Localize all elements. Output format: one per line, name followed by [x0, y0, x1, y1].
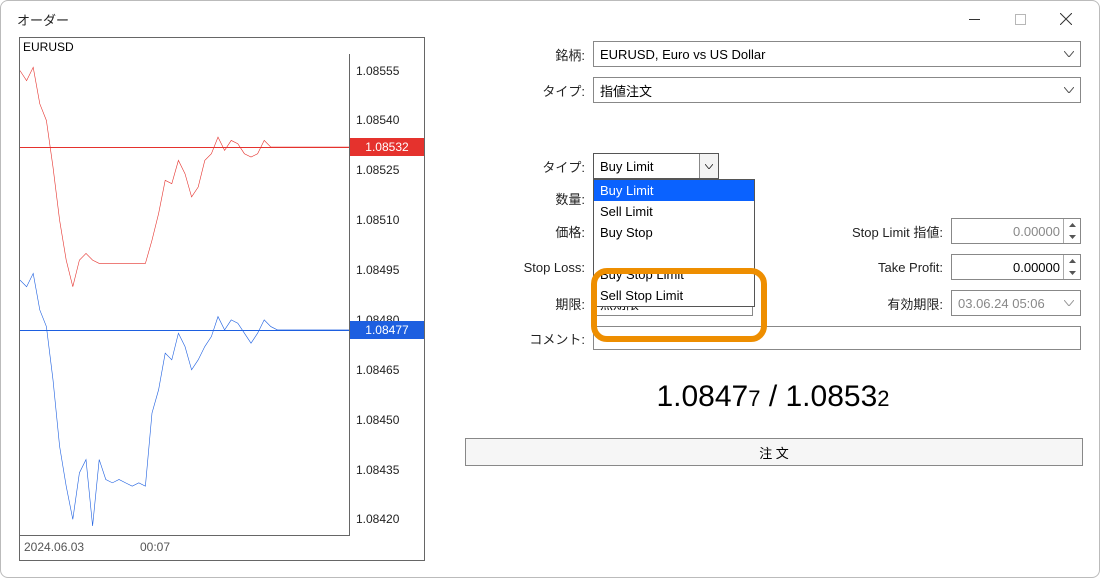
- y-tick: 1.08540: [356, 113, 399, 127]
- comment-label: コメント:: [465, 329, 593, 348]
- stop-limit-price-value: 0.00000: [1013, 224, 1060, 239]
- y-tick: 1.08450: [356, 413, 399, 427]
- quote-separator: /: [760, 380, 785, 413]
- comment-input[interactable]: [593, 326, 1081, 350]
- bid-last-digit: 7: [748, 386, 760, 411]
- pending-type-option[interactable]: Buy Stop: [594, 222, 754, 243]
- stop-loss-label: Stop Loss:: [465, 260, 593, 275]
- titlebar: オーダー: [1, 1, 1099, 37]
- market-type-label: タイプ:: [465, 81, 593, 100]
- y-tick: 1.08465: [356, 363, 399, 377]
- y-axis: 1.08555 1.08540 1.08525 1.08510 1.08495 1.084…: [349, 54, 424, 536]
- y-tick: 1.08495: [356, 263, 399, 277]
- chevron-down-icon: [1064, 51, 1074, 57]
- x-tick: 00:07: [140, 540, 170, 554]
- x-axis: 2024.06.03 00:07: [20, 535, 350, 560]
- y-tick: 1.08435: [356, 463, 399, 477]
- ask-price-badge: 1.08532: [350, 138, 424, 156]
- pending-type-select[interactable]: Buy Limit: [593, 153, 719, 179]
- bid-main: 1.0847: [656, 380, 748, 413]
- order-window: オーダー EURUSD 1.08555 1.08540 1.08525 1.08510…: [0, 0, 1100, 578]
- expiry-input[interactable]: 03.06.24 05:06: [951, 290, 1081, 316]
- maximize-button[interactable]: [997, 4, 1043, 34]
- market-type-select[interactable]: 指値注文: [593, 77, 1081, 103]
- chart-symbol-label: EURUSD: [23, 40, 74, 54]
- ask-last-digit: 2: [877, 386, 889, 411]
- chevron-down-icon: [699, 154, 718, 178]
- expiry-label: 有効期限:: [753, 294, 951, 313]
- chart-plot: [20, 54, 350, 536]
- order-button[interactable]: 注 文: [465, 438, 1083, 466]
- stop-limit-price-input[interactable]: 0.00000: [951, 218, 1081, 244]
- take-profit-value: 0.00000: [1013, 260, 1060, 275]
- symbol-label: 銘柄:: [465, 45, 593, 64]
- pending-type-option[interactable]: Sell Limit: [594, 201, 754, 222]
- spinner-icon[interactable]: [1063, 219, 1080, 243]
- pending-type-label: タイプ:: [465, 157, 593, 176]
- expiration-label: 期限:: [465, 294, 593, 313]
- pending-type-option[interactable]: [594, 243, 754, 264]
- x-tick: 2024.06.03: [24, 540, 84, 554]
- stop-limit-price-label: Stop Limit 指値:: [753, 222, 951, 241]
- y-tick: 1.08510: [356, 213, 399, 227]
- price-label: 価格:: [465, 222, 593, 241]
- volume-label: 数量:: [465, 189, 593, 208]
- chart-pane: EURUSD 1.08555 1.08540 1.08525 1.08510 1.084…: [19, 37, 425, 561]
- spinner-icon[interactable]: [1063, 255, 1080, 279]
- pending-type-value: Buy Limit: [600, 159, 653, 174]
- window-title: オーダー: [17, 10, 69, 29]
- close-button[interactable]: [1043, 4, 1089, 34]
- quote-display: 1.08477 / 1.08532: [465, 380, 1081, 414]
- y-tick: 1.08555: [356, 64, 399, 78]
- chevron-down-icon: [1064, 87, 1074, 93]
- y-tick: 1.08525: [356, 163, 399, 177]
- ask-main: 1.0853: [786, 380, 878, 413]
- chevron-down-icon: [1064, 300, 1074, 306]
- form-pane: 銘柄: EURUSD, Euro vs US Dollar タイプ: 指値注文 …: [465, 37, 1081, 561]
- pending-type-option-list[interactable]: Buy LimitSell LimitBuy Stop Buy Stop Lim…: [593, 179, 755, 307]
- symbol-value: EURUSD, Euro vs US Dollar: [600, 47, 765, 62]
- pending-type-option[interactable]: Buy Stop Limit: [594, 264, 754, 285]
- pending-type-option[interactable]: Buy Limit: [594, 180, 754, 201]
- market-type-value: 指値注文: [600, 81, 652, 100]
- y-tick: 1.08420: [356, 512, 399, 526]
- minimize-button[interactable]: [951, 4, 997, 34]
- symbol-select[interactable]: EURUSD, Euro vs US Dollar: [593, 41, 1081, 67]
- pending-type-option[interactable]: Sell Stop Limit: [594, 285, 754, 306]
- bid-price-badge: 1.08477: [350, 321, 424, 339]
- ask-line: [20, 147, 350, 148]
- order-button-label: 注 文: [759, 443, 789, 462]
- take-profit-label: Take Profit:: [753, 260, 951, 275]
- take-profit-input[interactable]: 0.00000: [951, 254, 1081, 280]
- expiry-value: 03.06.24 05:06: [958, 296, 1045, 311]
- bid-line: [20, 330, 350, 331]
- chart-frame: EURUSD 1.08555 1.08540 1.08525 1.08510 1.084…: [19, 37, 425, 561]
